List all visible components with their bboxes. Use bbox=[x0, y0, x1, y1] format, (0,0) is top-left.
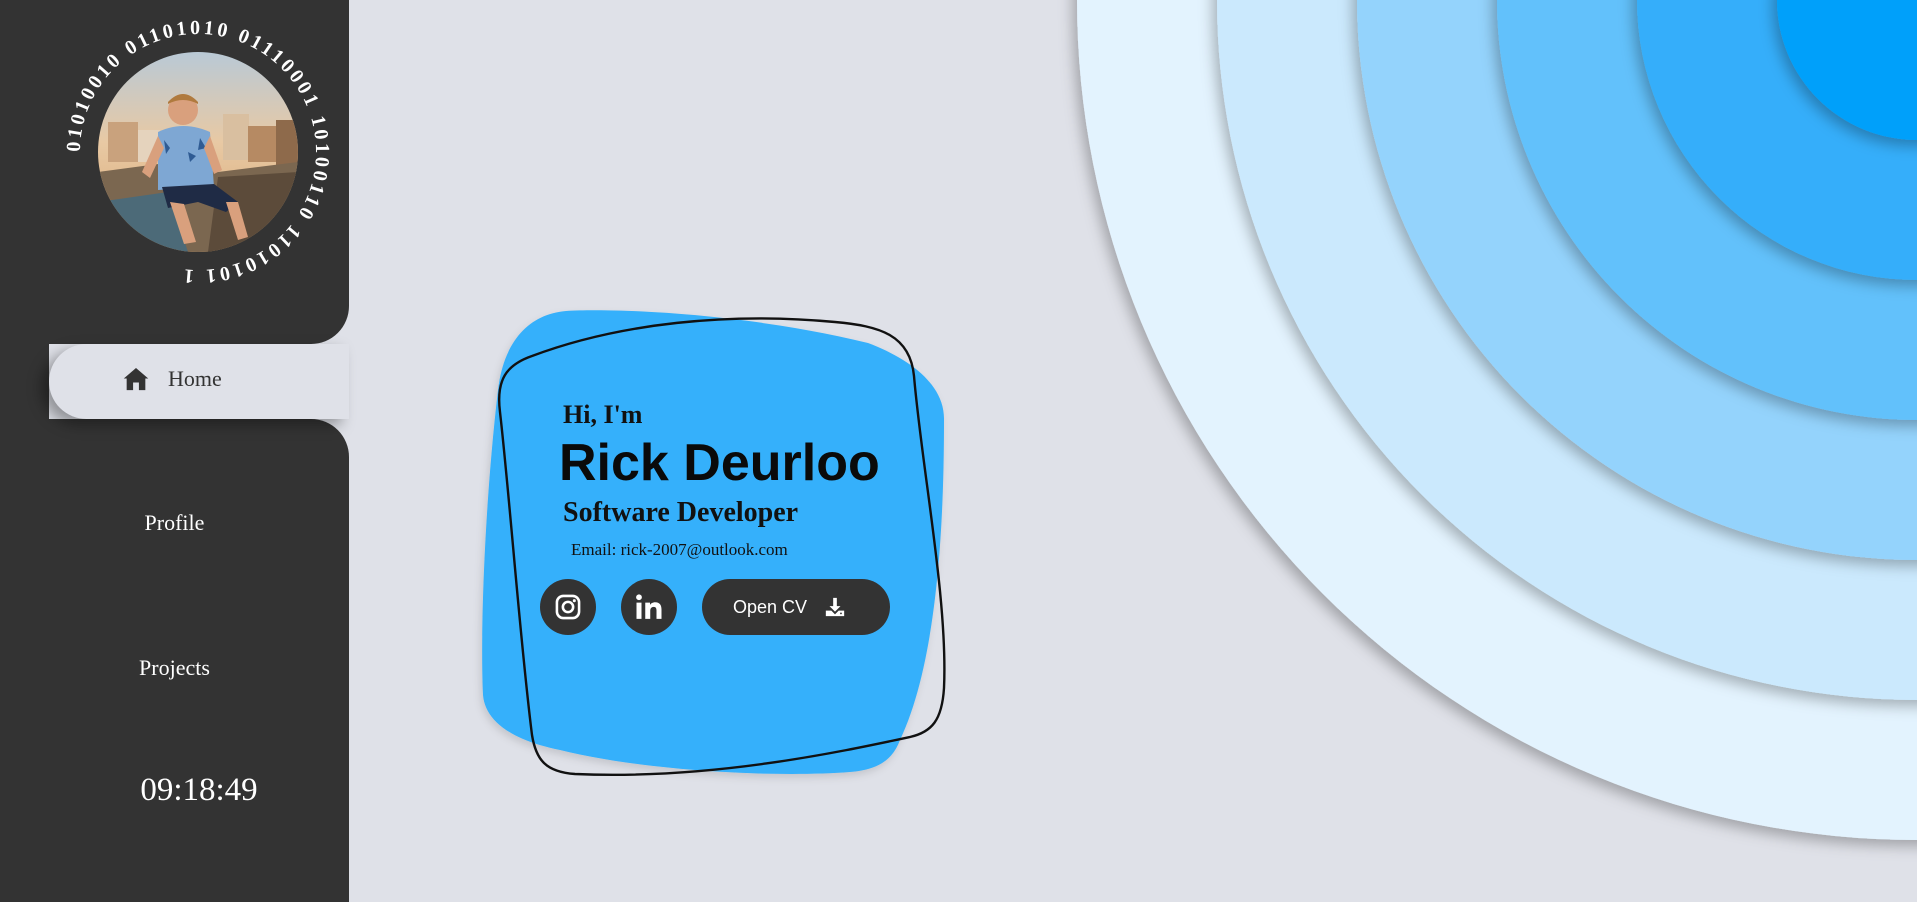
ring-3 bbox=[1357, 0, 1917, 560]
home-icon bbox=[123, 368, 149, 391]
nav-item-projects[interactable]: Projects bbox=[0, 638, 349, 698]
avatar-photo bbox=[98, 52, 298, 252]
ring-5 bbox=[1637, 0, 1917, 280]
download-icon bbox=[825, 597, 845, 617]
instagram-button[interactable] bbox=[540, 579, 596, 635]
intro-card: Hi, I'm Rick Deurloo Software Developer … bbox=[470, 300, 950, 790]
open-cv-label: Open CV bbox=[733, 596, 808, 617]
sidebar: 01010010 01101010 01110001 10100110 1101… bbox=[0, 0, 349, 902]
linkedin-icon bbox=[636, 594, 662, 619]
clock: 09:18:49 bbox=[140, 772, 258, 808]
avatar-container: 01010010 01101010 01110001 10100110 1101… bbox=[58, 12, 338, 292]
ring-2 bbox=[1217, 0, 1917, 700]
instagram-icon bbox=[555, 594, 581, 620]
ring-4 bbox=[1497, 0, 1917, 420]
email-text: Email: rick-2007@outlook.com bbox=[571, 540, 788, 559]
name-heading: Rick Deurloo bbox=[559, 434, 880, 492]
avatar bbox=[98, 52, 298, 252]
nav-home-label: Home bbox=[168, 366, 222, 391]
nav-item-profile[interactable]: Profile bbox=[0, 493, 349, 553]
ring-6 bbox=[1777, 0, 1917, 140]
role-subtitle: Software Developer bbox=[563, 497, 799, 528]
sidebar-gap-fill bbox=[0, 344, 49, 419]
greeting: Hi, I'm bbox=[563, 400, 643, 429]
open-cv-button[interactable]: Open CV bbox=[702, 579, 890, 635]
ring-1 bbox=[1077, 0, 1917, 840]
nav-item-home[interactable]: Home bbox=[49, 344, 349, 419]
linkedin-button[interactable] bbox=[621, 579, 677, 635]
